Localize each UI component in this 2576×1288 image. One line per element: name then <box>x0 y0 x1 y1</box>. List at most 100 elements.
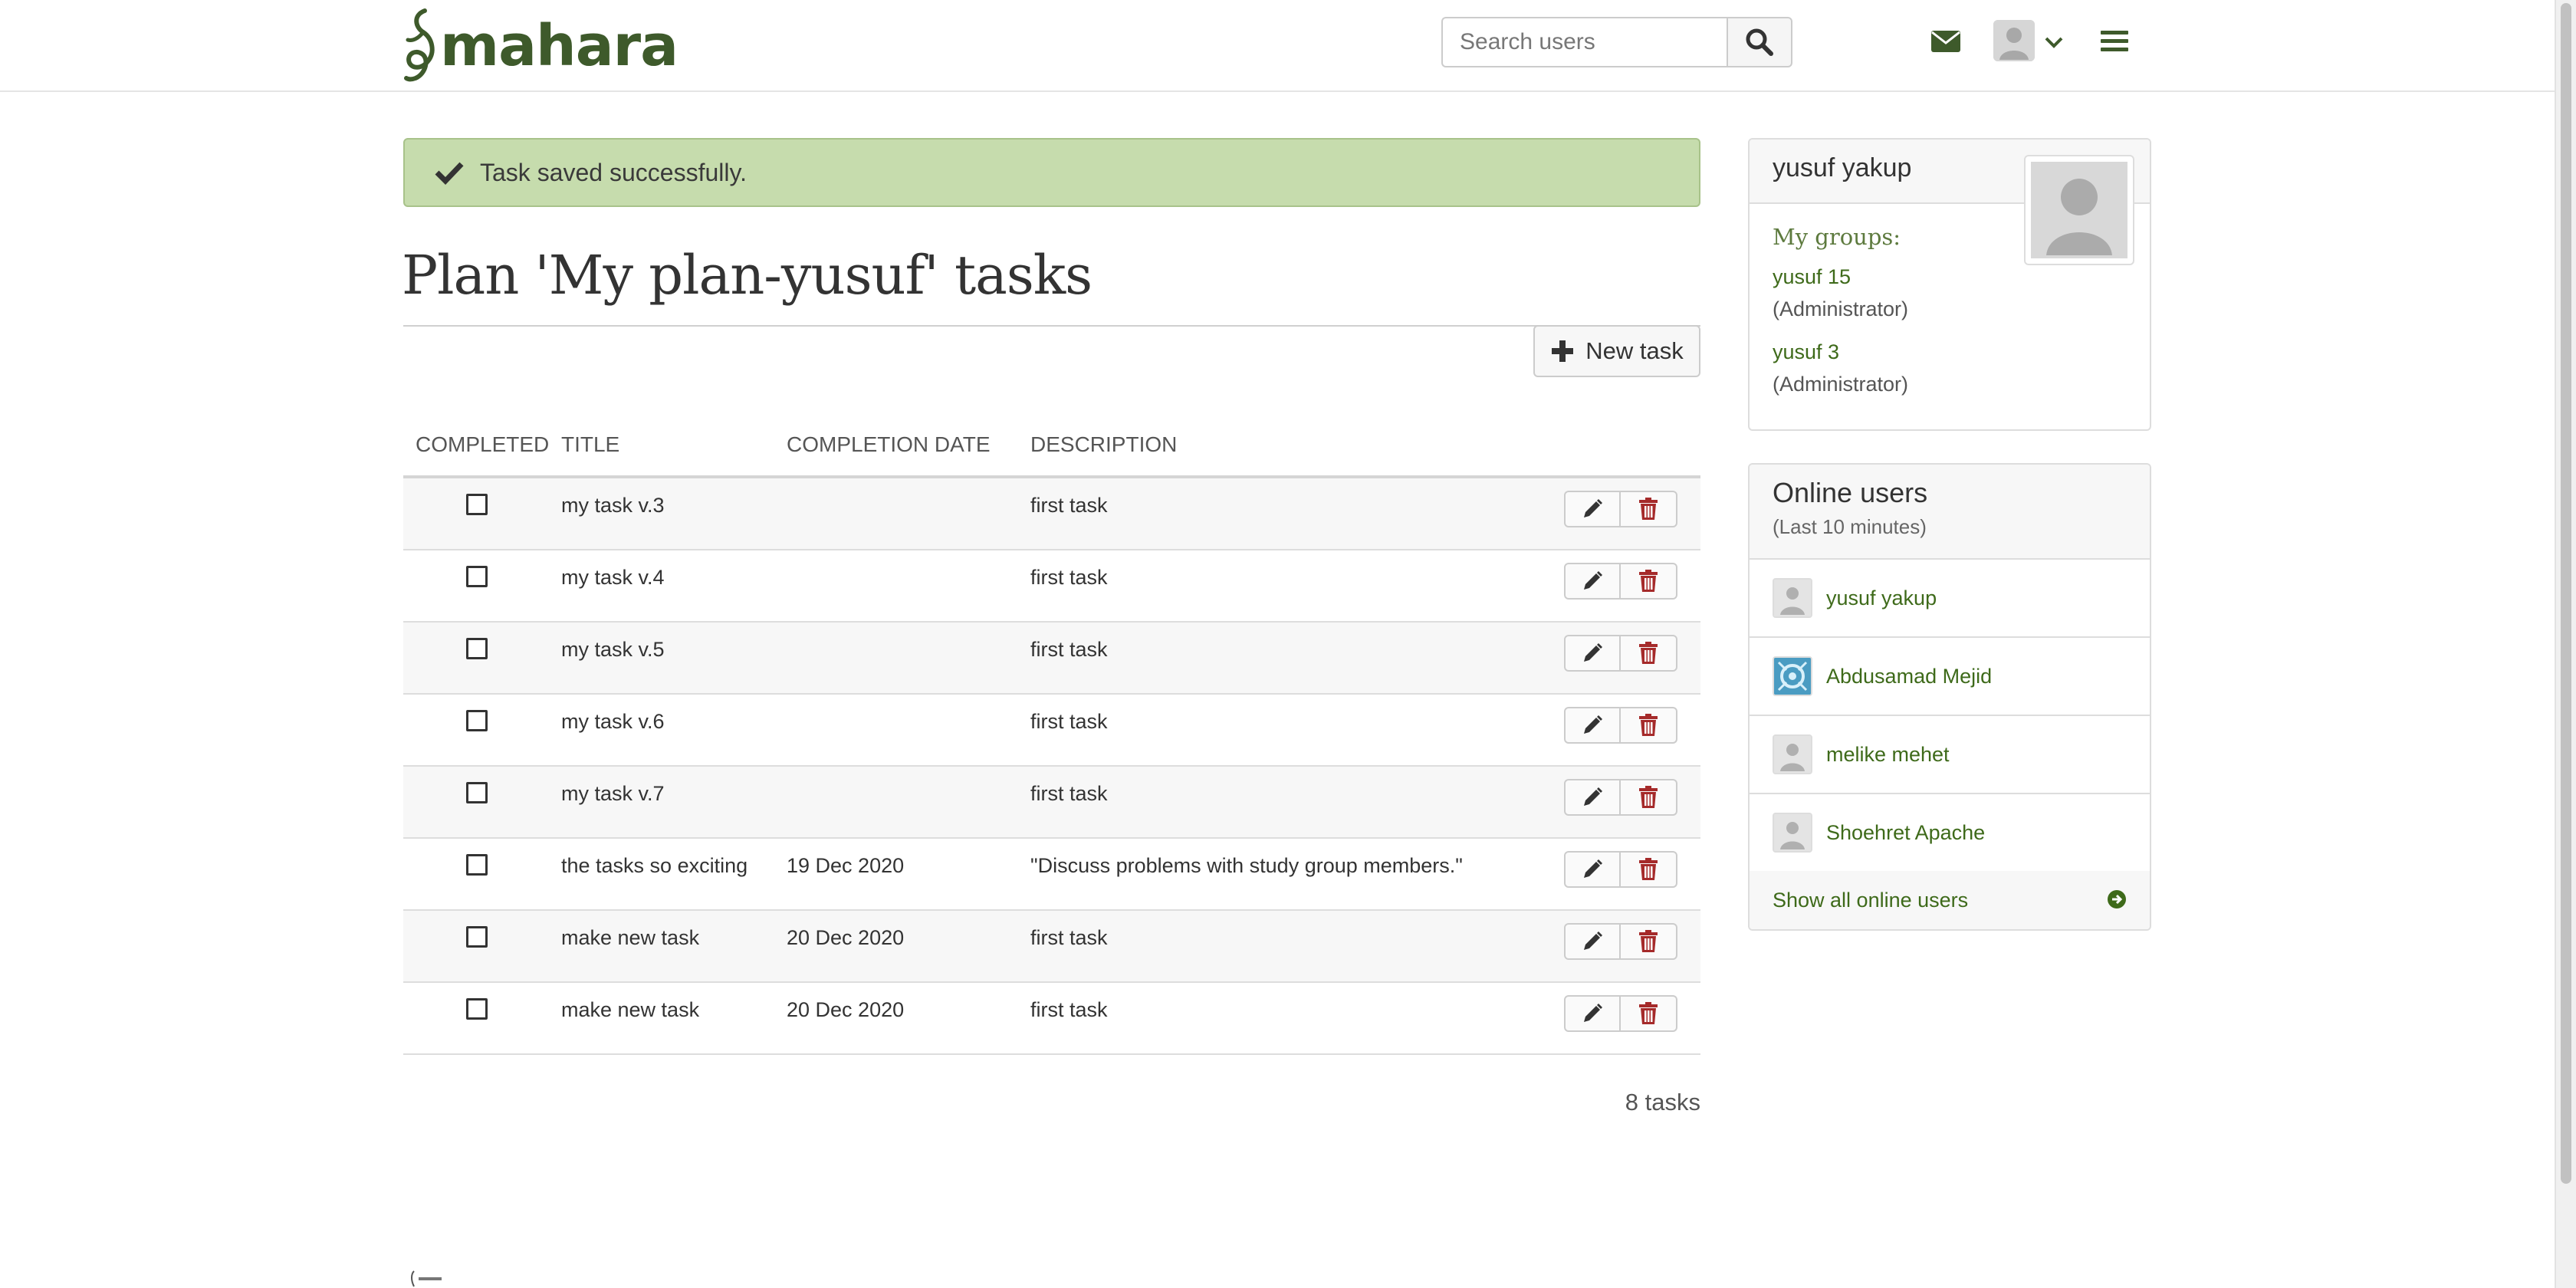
delete-button[interactable] <box>1621 491 1677 527</box>
delete-button[interactable] <box>1621 635 1677 672</box>
pencil-icon <box>1584 643 1602 662</box>
task-date: 19 Dec 2020 <box>787 854 905 877</box>
task-description: first task <box>1030 494 1108 517</box>
online-user-item[interactable]: yusuf yakup <box>1750 560 2150 638</box>
delete-button[interactable] <box>1621 563 1677 600</box>
table-row: my task v.4 first task <box>403 550 1700 623</box>
task-description: first task <box>1030 710 1108 733</box>
site-header: mahara <box>0 0 2555 92</box>
pencil-icon <box>1584 1004 1602 1022</box>
search-button[interactable] <box>1727 17 1792 67</box>
completed-checkbox[interactable] <box>466 566 488 587</box>
online-user-item[interactable]: melike mehet <box>1750 716 2150 794</box>
column-title: TITLE <box>561 432 620 456</box>
group-role: (Administrator) <box>1773 297 1909 320</box>
completed-checkbox[interactable] <box>466 494 488 515</box>
user-menu-toggle[interactable] <box>2042 31 2065 54</box>
powered-by-logo-icon <box>411 1270 442 1287</box>
edit-button[interactable] <box>1564 851 1621 888</box>
task-title: my task v.7 <box>561 782 665 805</box>
edit-button[interactable] <box>1564 563 1621 600</box>
online-user-name[interactable]: melike mehet <box>1826 743 1950 767</box>
avatar-icon <box>1774 736 1811 773</box>
delete-button[interactable] <box>1621 779 1677 816</box>
inbox-button[interactable] <box>1929 26 1963 57</box>
hamburger-menu-icon <box>2101 31 2128 51</box>
task-title: make new task <box>561 926 700 949</box>
edit-button[interactable] <box>1564 635 1621 672</box>
pencil-icon <box>1584 859 1602 878</box>
completed-checkbox[interactable] <box>466 854 488 876</box>
column-completion-date: COMPLETION DATE <box>787 432 991 456</box>
powered-by-mahara[interactable] <box>408 1270 454 1288</box>
online-users-block: Online users (Last 10 minutes) yusuf yak… <box>1748 463 2151 931</box>
completed-checkbox[interactable] <box>466 638 488 659</box>
edit-button[interactable] <box>1564 491 1621 527</box>
task-description: first task <box>1030 926 1108 949</box>
show-all-online-users[interactable]: Show all online users <box>1750 871 2150 929</box>
scrollbar-thumb[interactable] <box>2561 3 2571 1184</box>
online-user-name[interactable]: Shoehret Apache <box>1826 821 1985 845</box>
profile-name[interactable]: yusuf yakup <box>1773 153 1911 183</box>
edit-button[interactable] <box>1564 779 1621 816</box>
delete-button[interactable] <box>1621 995 1677 1032</box>
group-link[interactable]: yusuf 3 <box>1773 336 1908 368</box>
completed-checkbox[interactable] <box>466 782 488 803</box>
title-divider <box>403 325 1700 327</box>
profile-picture[interactable] <box>2024 155 2134 265</box>
user-search <box>1441 17 1792 67</box>
show-all-label[interactable]: Show all online users <box>1773 889 1968 912</box>
delete-button[interactable] <box>1621 923 1677 960</box>
table-row: make new task 20 Dec 2020 first task <box>403 983 1700 1055</box>
group-item: yusuf 3 (Administrator) <box>1773 336 1908 400</box>
online-users-subtitle: (Last 10 minutes) <box>1773 515 1927 538</box>
pencil-icon <box>1584 787 1602 806</box>
plus-icon <box>1552 340 1574 362</box>
main-menu-button[interactable] <box>2099 26 2130 57</box>
delete-button[interactable] <box>1621 707 1677 744</box>
task-description: first task <box>1030 638 1108 661</box>
avatar <box>1773 656 1812 696</box>
online-user-item[interactable]: Abdusamad Mejid <box>1750 638 2150 716</box>
delete-button[interactable] <box>1621 851 1677 888</box>
profile-block: yusuf yakup My groups: yusuf 15 (Adminis… <box>1748 138 2151 431</box>
avatar-icon <box>2031 162 2128 258</box>
online-user-name[interactable]: yusuf yakup <box>1826 586 1937 610</box>
online-user-name[interactable]: Abdusamad Mejid <box>1826 665 1992 688</box>
avatar-icon <box>1774 580 1811 616</box>
trash-icon <box>1639 642 1658 664</box>
my-groups-heading: My groups: <box>1773 224 1901 250</box>
task-title: my task v.4 <box>561 566 665 589</box>
success-alert: Task saved successfully. <box>403 138 1700 207</box>
envelope-icon <box>1931 31 1960 52</box>
task-date: 20 Dec 2020 <box>787 998 905 1021</box>
task-title: my task v.5 <box>561 638 665 661</box>
group-link[interactable]: yusuf 15 <box>1773 261 1908 293</box>
completed-checkbox[interactable] <box>466 998 488 1020</box>
pencil-icon <box>1584 932 1602 950</box>
edit-button[interactable] <box>1564 995 1621 1032</box>
task-description: first task <box>1030 782 1108 805</box>
edit-button[interactable] <box>1564 707 1621 744</box>
trash-icon <box>1639 498 1658 520</box>
page-title: Plan 'My plan-yusuf' tasks <box>402 244 1092 307</box>
completed-checkbox[interactable] <box>466 926 488 948</box>
vertical-scrollbar[interactable] <box>2555 0 2576 1288</box>
user-avatar-button[interactable] <box>1993 20 2035 61</box>
online-user-item[interactable]: Shoehret Apache <box>1750 794 2150 872</box>
new-task-button[interactable]: New task <box>1533 325 1700 377</box>
search-input[interactable] <box>1441 17 1727 67</box>
edit-button[interactable] <box>1564 923 1621 960</box>
trash-icon <box>1639 930 1658 952</box>
chevron-down-icon <box>2045 37 2063 48</box>
avatar <box>1773 813 1812 853</box>
mahara-logo[interactable]: mahara <box>402 8 678 84</box>
column-description: DESCRIPTION <box>1030 432 1178 456</box>
alert-message: Task saved successfully. <box>480 158 747 186</box>
table-row: my task v.6 first task <box>403 695 1700 767</box>
completed-checkbox[interactable] <box>466 710 488 731</box>
group-role: (Administrator) <box>1773 373 1909 396</box>
avatar-icon <box>1774 814 1811 851</box>
online-users-title: Online users <box>1773 477 1928 508</box>
task-title: my task v.6 <box>561 710 665 733</box>
